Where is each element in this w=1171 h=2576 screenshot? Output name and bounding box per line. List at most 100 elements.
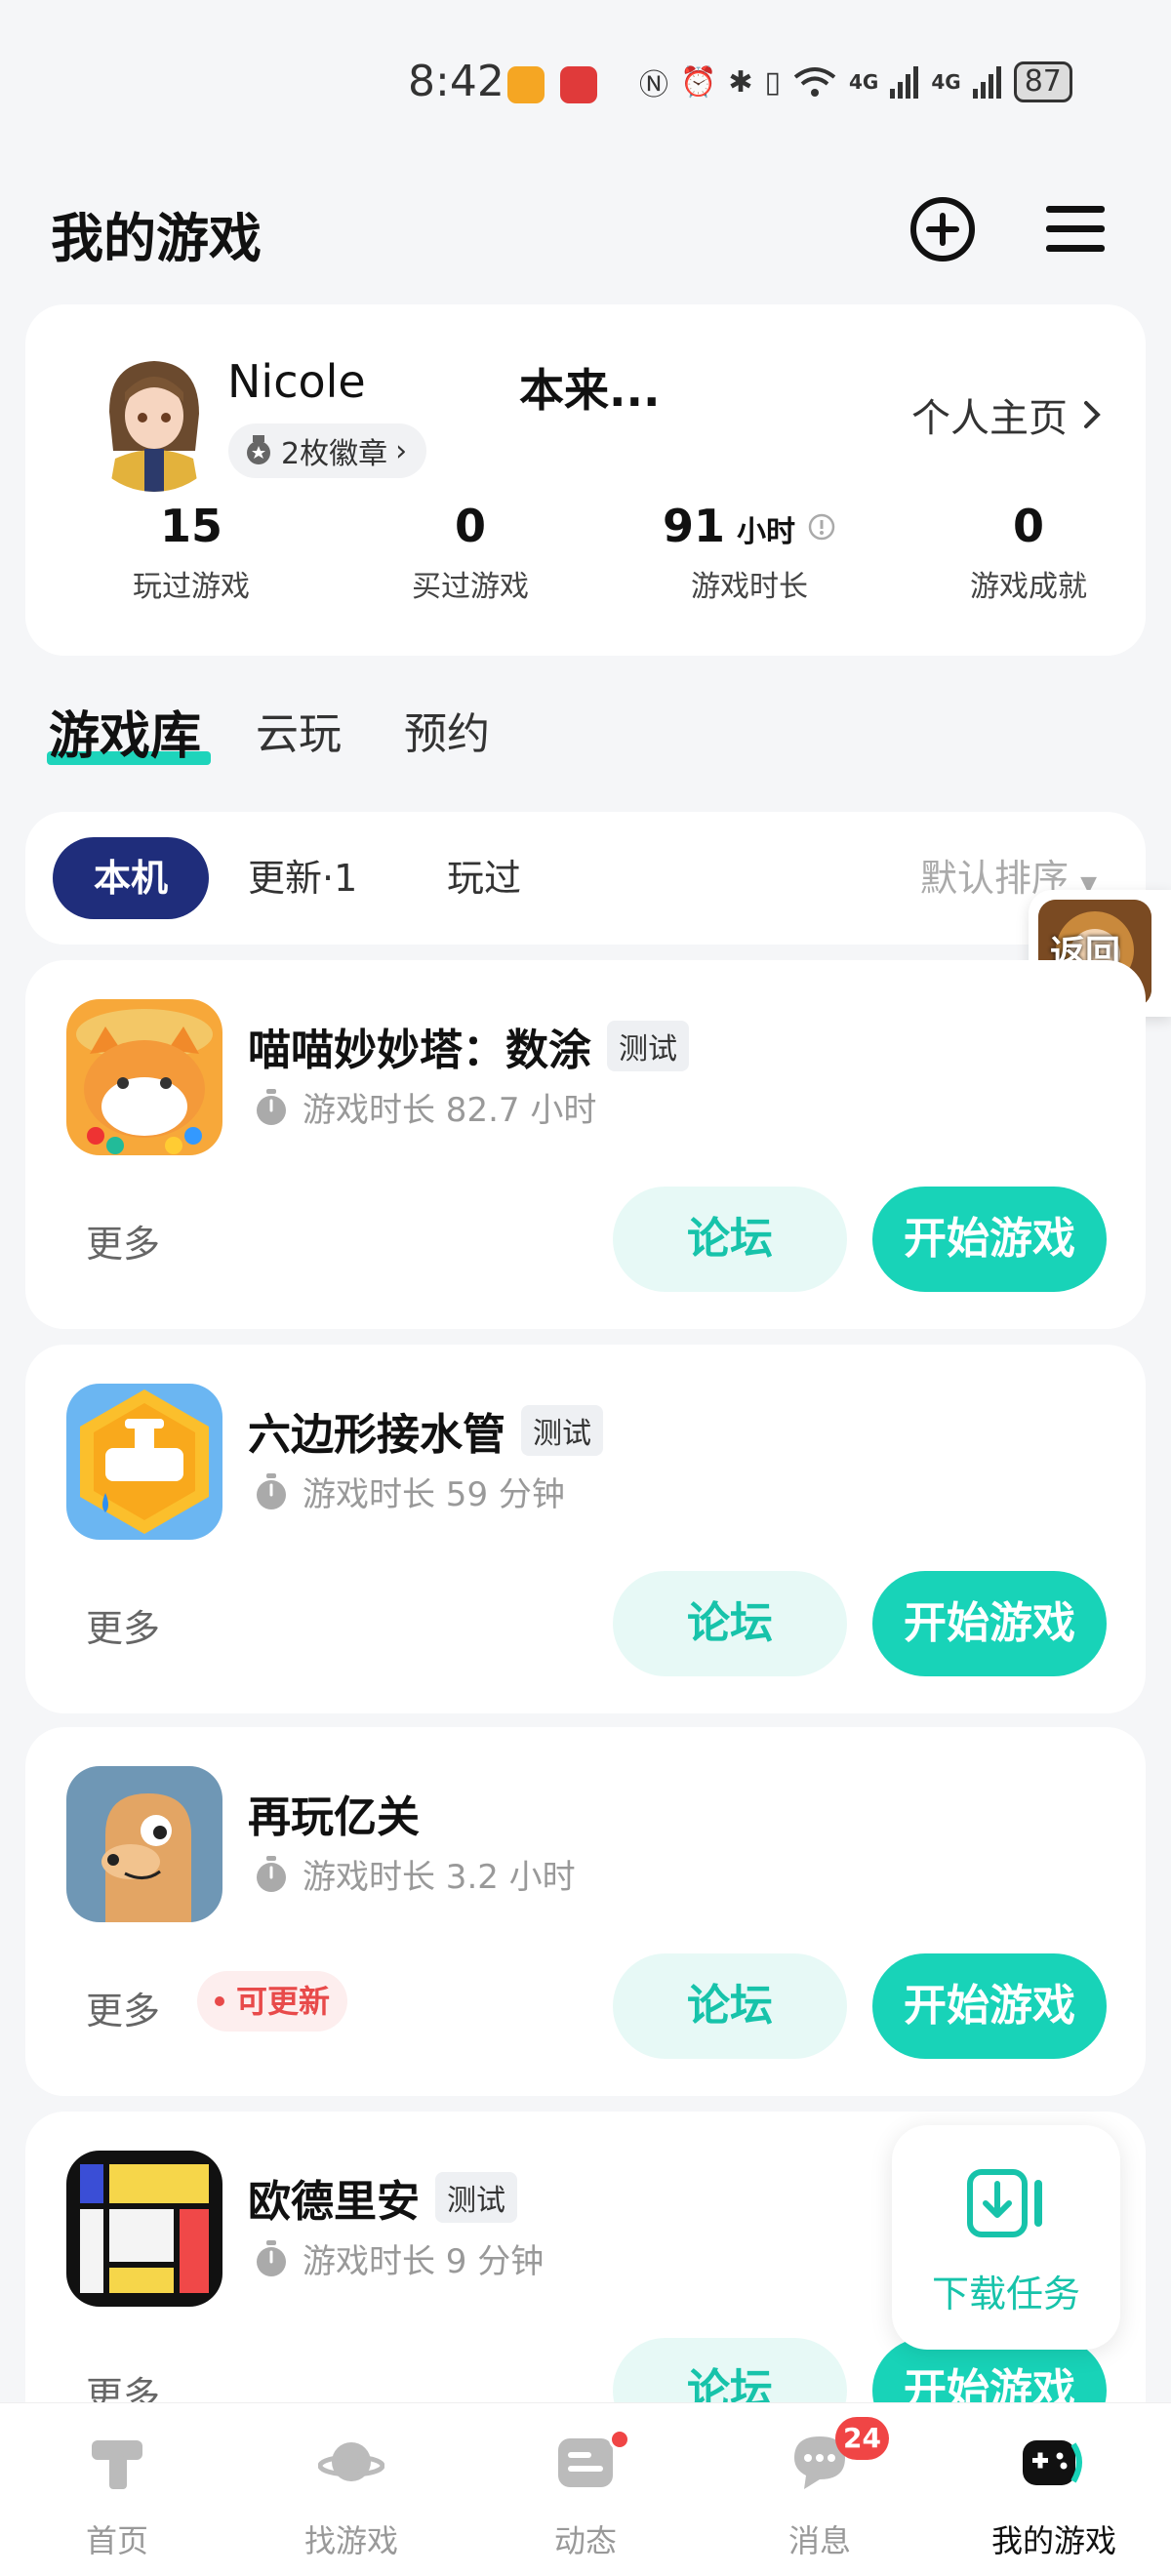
chevron-right-icon: › <box>395 433 408 468</box>
filter-played[interactable]: 玩过 <box>447 837 521 919</box>
download-icon <box>967 2169 1042 2237</box>
tab-cloud-play[interactable]: 云玩 <box>256 699 342 761</box>
medal-icon <box>247 435 270 464</box>
stat-value: 91 <box>662 500 725 552</box>
gamepad-icon <box>1023 2440 1082 2485</box>
stopwatch-icon <box>257 1855 286 1892</box>
forum-button[interactable]: 论坛 <box>613 1571 847 1676</box>
menu-icon <box>1046 206 1105 252</box>
update-available-tag[interactable]: 可更新 <box>197 1971 348 2032</box>
wifi-icon <box>793 67 836 97</box>
stat-label: 游戏成就 <box>970 570 1087 604</box>
game-card[interactable]: 再玩亿关 游戏时长 3.2 小时 更多 可更新 论坛 开始游戏 <box>25 1727 1146 2096</box>
play-time: 游戏时长 9 分钟 <box>254 2234 544 2282</box>
avatar[interactable] <box>80 343 228 492</box>
notification-app-icon <box>560 66 597 103</box>
nav-my-games[interactable]: 我的游戏 <box>937 2403 1171 2576</box>
stat-play-time[interactable]: 91 小时 游戏时长 <box>623 500 876 605</box>
game-icon[interactable] <box>66 999 222 1155</box>
add-game-button[interactable] <box>904 190 982 268</box>
play-time-text: 游戏时长 3.2 小时 <box>303 1858 576 1897</box>
game-title: 六边形接水管 <box>248 1410 505 1460</box>
signal-label: 4G <box>849 70 879 94</box>
start-game-button[interactable]: 开始游戏 <box>872 1953 1107 2059</box>
play-time: 游戏时长 82.7 小时 <box>254 1083 596 1131</box>
info-icon[interactable] <box>807 512 836 542</box>
home-icon <box>92 2440 142 2489</box>
nav-feed[interactable]: 动态 <box>468 2403 703 2576</box>
message-count-badge: 24 <box>835 2417 889 2460</box>
badge-count: 2枚徽章 <box>281 437 388 471</box>
start-game-button[interactable]: 开始游戏 <box>872 1187 1107 1292</box>
play-time: 游戏时长 59 分钟 <box>254 1468 565 1515</box>
page-title: 我的游戏 <box>51 208 262 269</box>
status-icons: Ⓝ ⏰ ✱ ▯ 4G 4G 87 <box>639 60 1072 103</box>
status-time: 8:42 <box>408 57 505 106</box>
nav-label: 消息 <box>787 2522 851 2559</box>
stopwatch-icon <box>257 1472 286 1509</box>
badge-chip[interactable]: 2枚徽章 › <box>228 423 427 478</box>
game-title: 再玩亿关 <box>248 1792 420 1842</box>
homepage-link[interactable]: 个人主页 <box>911 386 1101 443</box>
alarm-icon: ⏰ <box>680 64 717 100</box>
battery-indicator: 87 <box>1013 61 1072 102</box>
filter-local[interactable]: 本机 <box>53 837 209 919</box>
game-icon[interactable] <box>66 1384 222 1540</box>
stat-value: 0 <box>1012 500 1044 552</box>
filter-bar: 本机 更新·1 玩过 默认排序 ▼ <box>25 812 1146 945</box>
profile-card: Nicole 本来... 2枚徽章 › 个人主页 15 玩过游戏 0 买过游戏 … <box>25 304 1146 656</box>
start-game-button[interactable]: 开始游戏 <box>872 1571 1107 1676</box>
tab-game-library[interactable]: 游戏库 <box>49 695 201 768</box>
stat-value: 0 <box>454 500 486 552</box>
status-bar: 8:42 Ⓝ ⏰ ✱ ▯ 4G 4G 87 <box>0 0 1171 146</box>
download-task-button[interactable]: 下载任务 <box>892 2125 1120 2350</box>
nav-home[interactable]: 首页 <box>0 2403 234 2576</box>
stat-label: 游戏时长 <box>691 570 808 604</box>
update-label: 可更新 <box>236 1983 331 2020</box>
stat-unit: 小时 <box>737 515 795 549</box>
user-signature: 本来... <box>519 364 661 417</box>
play-time-text: 游戏时长 59 分钟 <box>303 1475 565 1514</box>
chevron-right-icon <box>1084 401 1101 428</box>
nfc-icon: Ⓝ <box>639 68 668 102</box>
nav-find-games[interactable]: 找游戏 <box>234 2403 468 2576</box>
play-time: 游戏时长 3.2 小时 <box>254 1850 576 1898</box>
stat-played-games[interactable]: 15 玩过游戏 <box>64 500 318 605</box>
filter-updates[interactable]: 更新·1 <box>248 837 357 919</box>
stat-label: 玩过游戏 <box>133 570 250 604</box>
download-task-label: 下载任务 <box>931 2273 1080 2315</box>
test-tag: 测试 <box>435 2172 517 2223</box>
play-time-text: 游戏时长 82.7 小时 <box>303 1091 597 1130</box>
game-title-row: 欧德里安 测试 <box>248 2166 517 2229</box>
vibrate-icon: ▯ <box>764 64 782 100</box>
plus-circle-icon <box>910 197 975 262</box>
game-card[interactable]: 喵喵妙妙塔：数涂 测试 游戏时长 82.7 小时 更多 论坛 开始游戏 <box>25 960 1146 1329</box>
forum-button[interactable]: 论坛 <box>613 1953 847 2059</box>
nav-messages[interactable]: 24 消息 <box>703 2403 937 2576</box>
game-icon[interactable] <box>66 1766 222 1922</box>
nav-label: 我的游戏 <box>990 2522 1116 2559</box>
play-time-text: 游戏时长 9 分钟 <box>303 2242 545 2281</box>
forum-button[interactable]: 论坛 <box>613 1187 847 1292</box>
game-title: 欧德里安 <box>248 2177 420 2227</box>
signal-bars-icon <box>972 66 1001 99</box>
bluetooth-icon: ✱ <box>728 64 753 100</box>
stat-bought-games[interactable]: 0 买过游戏 <box>343 500 597 605</box>
stat-value: 15 <box>159 500 222 552</box>
bottom-nav: 首页 找游戏 动态 24 消息 我的游戏 <box>0 2402 1171 2576</box>
stat-achievements[interactable]: 0 游戏成就 <box>902 500 1155 605</box>
stat-label: 买过游戏 <box>412 570 529 604</box>
game-icon[interactable] <box>66 2151 222 2307</box>
test-tag: 测试 <box>521 1405 603 1456</box>
game-card[interactable]: 六边形接水管 测试 游戏时长 59 分钟 更多 论坛 开始游戏 <box>25 1345 1146 1713</box>
menu-button[interactable] <box>1036 190 1114 268</box>
signal-label-2: 4G <box>931 70 961 94</box>
username: Nicole <box>227 355 366 408</box>
tab-reservations[interactable]: 预约 <box>404 699 490 761</box>
nav-label: 首页 <box>85 2522 148 2559</box>
more-button[interactable]: 更多 <box>86 1598 160 1652</box>
test-tag: 测试 <box>607 1021 689 1071</box>
nav-label: 动态 <box>553 2522 617 2559</box>
more-button[interactable]: 更多 <box>86 1214 160 1268</box>
more-button[interactable]: 更多 <box>86 1981 160 2034</box>
